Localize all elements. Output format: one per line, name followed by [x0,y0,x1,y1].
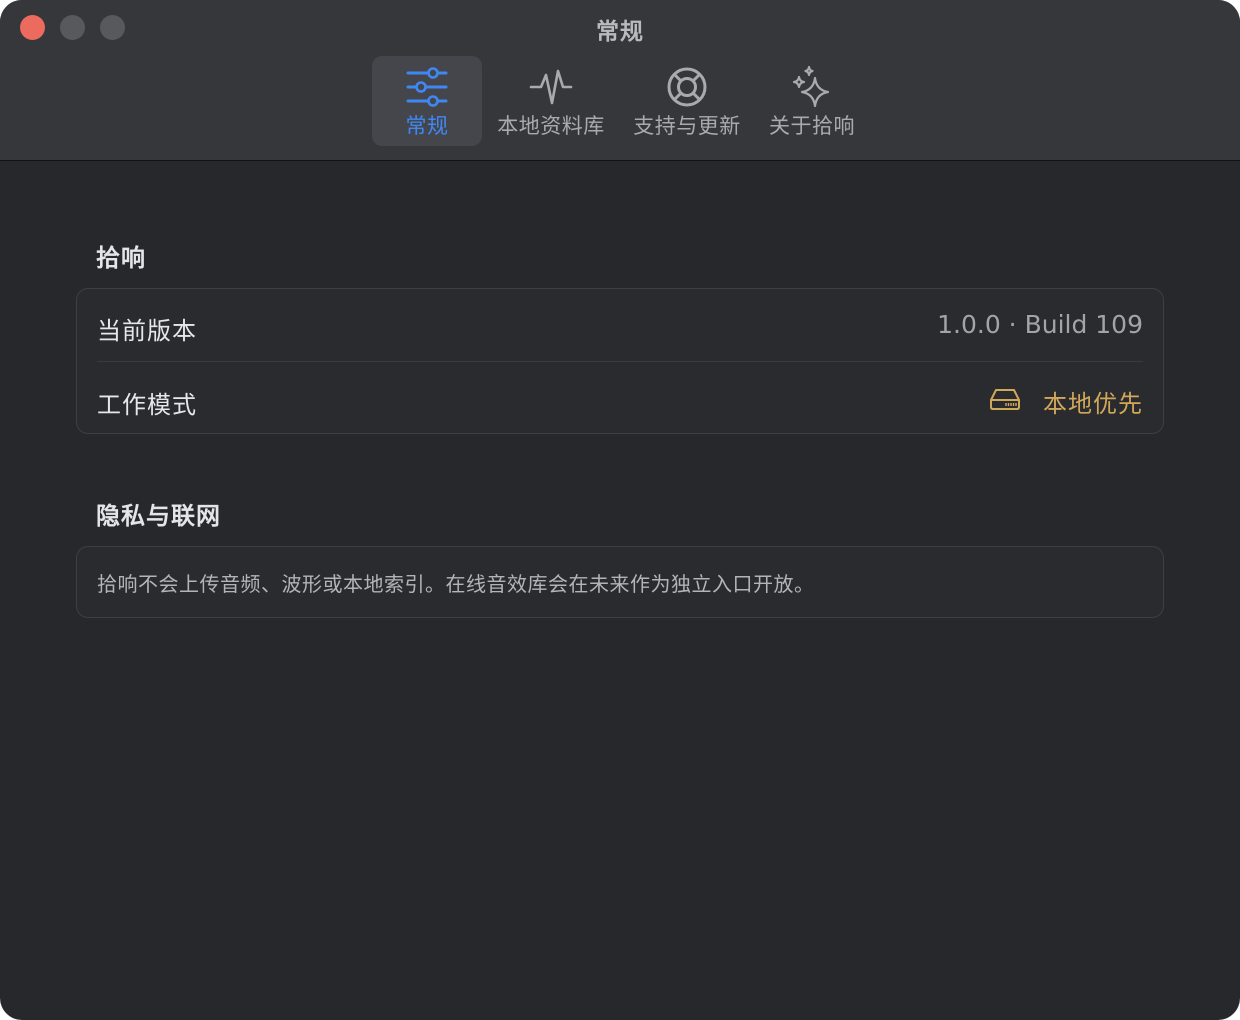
toolbar: 常规 常规 本地资料库 支持与更新 关于拾响 [0,0,1240,161]
tab-support-updates-label: 支持与更新 [633,114,741,138]
tab-general-label: 常规 [405,114,449,138]
window-title: 常规 [596,19,644,45]
version-value: 1.0.0 · Build 109 [937,310,1143,339]
waveform-pulse-icon [492,64,610,110]
tab-about[interactable]: 关于拾响 [762,56,862,146]
work-mode-value: 本地优先 [989,384,1143,419]
sparkles-icon [762,64,862,110]
tab-local-library-label: 本地资料库 [497,114,605,138]
sliders-icon [372,64,482,110]
work-mode-label: 工作模式 [97,391,197,419]
row-divider [97,361,1143,362]
app-section-title: 拾响 [96,244,146,272]
privacy-section-title: 隐私与联网 [96,502,221,530]
privacy-card: 拾响不会上传音频、波形或本地索引。在线音效库会在未来作为独立入口开放。 [76,546,1164,618]
settings-window: 常规 常规 本地资料库 支持与更新 关于拾响 拾响 当前版本 1.0.0 · B… [0,0,1240,1020]
app-info-card: 当前版本 1.0.0 · Build 109 工作模式 本地优先 [76,288,1164,434]
version-label: 当前版本 [97,317,197,345]
tab-support-updates[interactable]: 支持与更新 [628,56,746,146]
lifebuoy-icon [628,64,746,110]
tab-local-library[interactable]: 本地资料库 [492,56,610,146]
work-mode-text: 本地优先 [1043,390,1143,418]
privacy-description: 拾响不会上传音频、波形或本地索引。在线音效库会在未来作为独立入口开放。 [97,572,815,596]
tab-about-label: 关于拾响 [769,114,855,138]
tab-general[interactable]: 常规 [372,56,482,146]
internal-drive-icon [989,387,1021,417]
